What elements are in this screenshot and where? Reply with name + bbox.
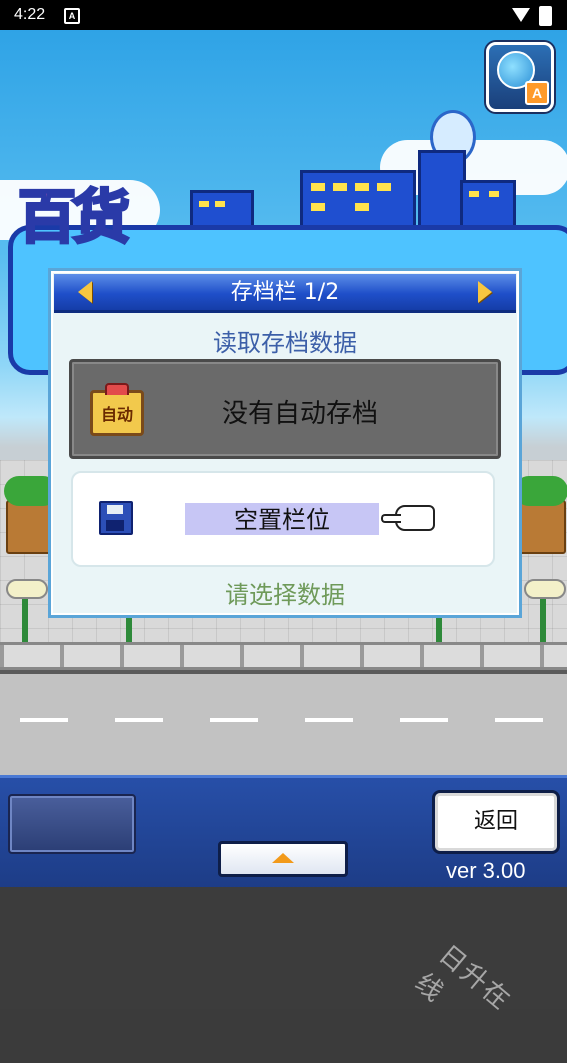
empty-save-slot[interactable]: 空置栏位: [71, 471, 495, 567]
save-slot-dialog: 存档栏 1/2 读取存档数据 自动 没有自动存档 空置栏位 请选择数据: [48, 268, 522, 618]
pointing-hand-icon: [381, 505, 435, 531]
empty-slot-label: 空置栏位: [185, 503, 379, 535]
status-time: 4:22: [14, 6, 46, 23]
version-label: ver 3.00: [446, 858, 526, 883]
building: [418, 150, 466, 236]
lane-marking: [20, 718, 68, 722]
lane-marking: [305, 718, 353, 722]
notification-icon: A: [64, 8, 80, 24]
planter: [514, 476, 567, 554]
floppy-disk-icon: [99, 501, 133, 535]
next-page-arrow-icon[interactable]: [478, 281, 492, 303]
wifi-icon: [512, 8, 530, 22]
road: [0, 670, 567, 775]
dialog-hint: 请选择数据: [225, 581, 345, 609]
battery-icon: [539, 6, 552, 26]
dialog-header: 存档栏 1/2: [54, 274, 516, 313]
back-button[interactable]: 返回: [432, 790, 560, 854]
dialog-subtitle: 读取存档数据: [213, 329, 357, 357]
language-button[interactable]: A: [486, 42, 554, 112]
game-logo: 百货: [16, 182, 131, 253]
expand-up-button[interactable]: [218, 841, 348, 877]
blank-panel-button[interactable]: [8, 794, 136, 854]
auto-save-label: 没有自动存档: [221, 399, 378, 429]
auto-save-slot[interactable]: 自动 没有自动存档: [69, 359, 501, 459]
lane-marking: [210, 718, 258, 722]
bottom-control-panel: 返回 ver 3.00: [0, 775, 567, 890]
status-bar: 4:22 A: [0, 0, 567, 30]
language-badge: A: [525, 81, 549, 105]
prev-page-arrow-icon[interactable]: [78, 281, 92, 303]
lane-marking: [495, 718, 543, 722]
dialog-title: 存档栏 1/2: [230, 280, 340, 305]
lane-marking: [400, 718, 448, 722]
lane-marking: [115, 718, 163, 722]
fence: [0, 642, 567, 670]
